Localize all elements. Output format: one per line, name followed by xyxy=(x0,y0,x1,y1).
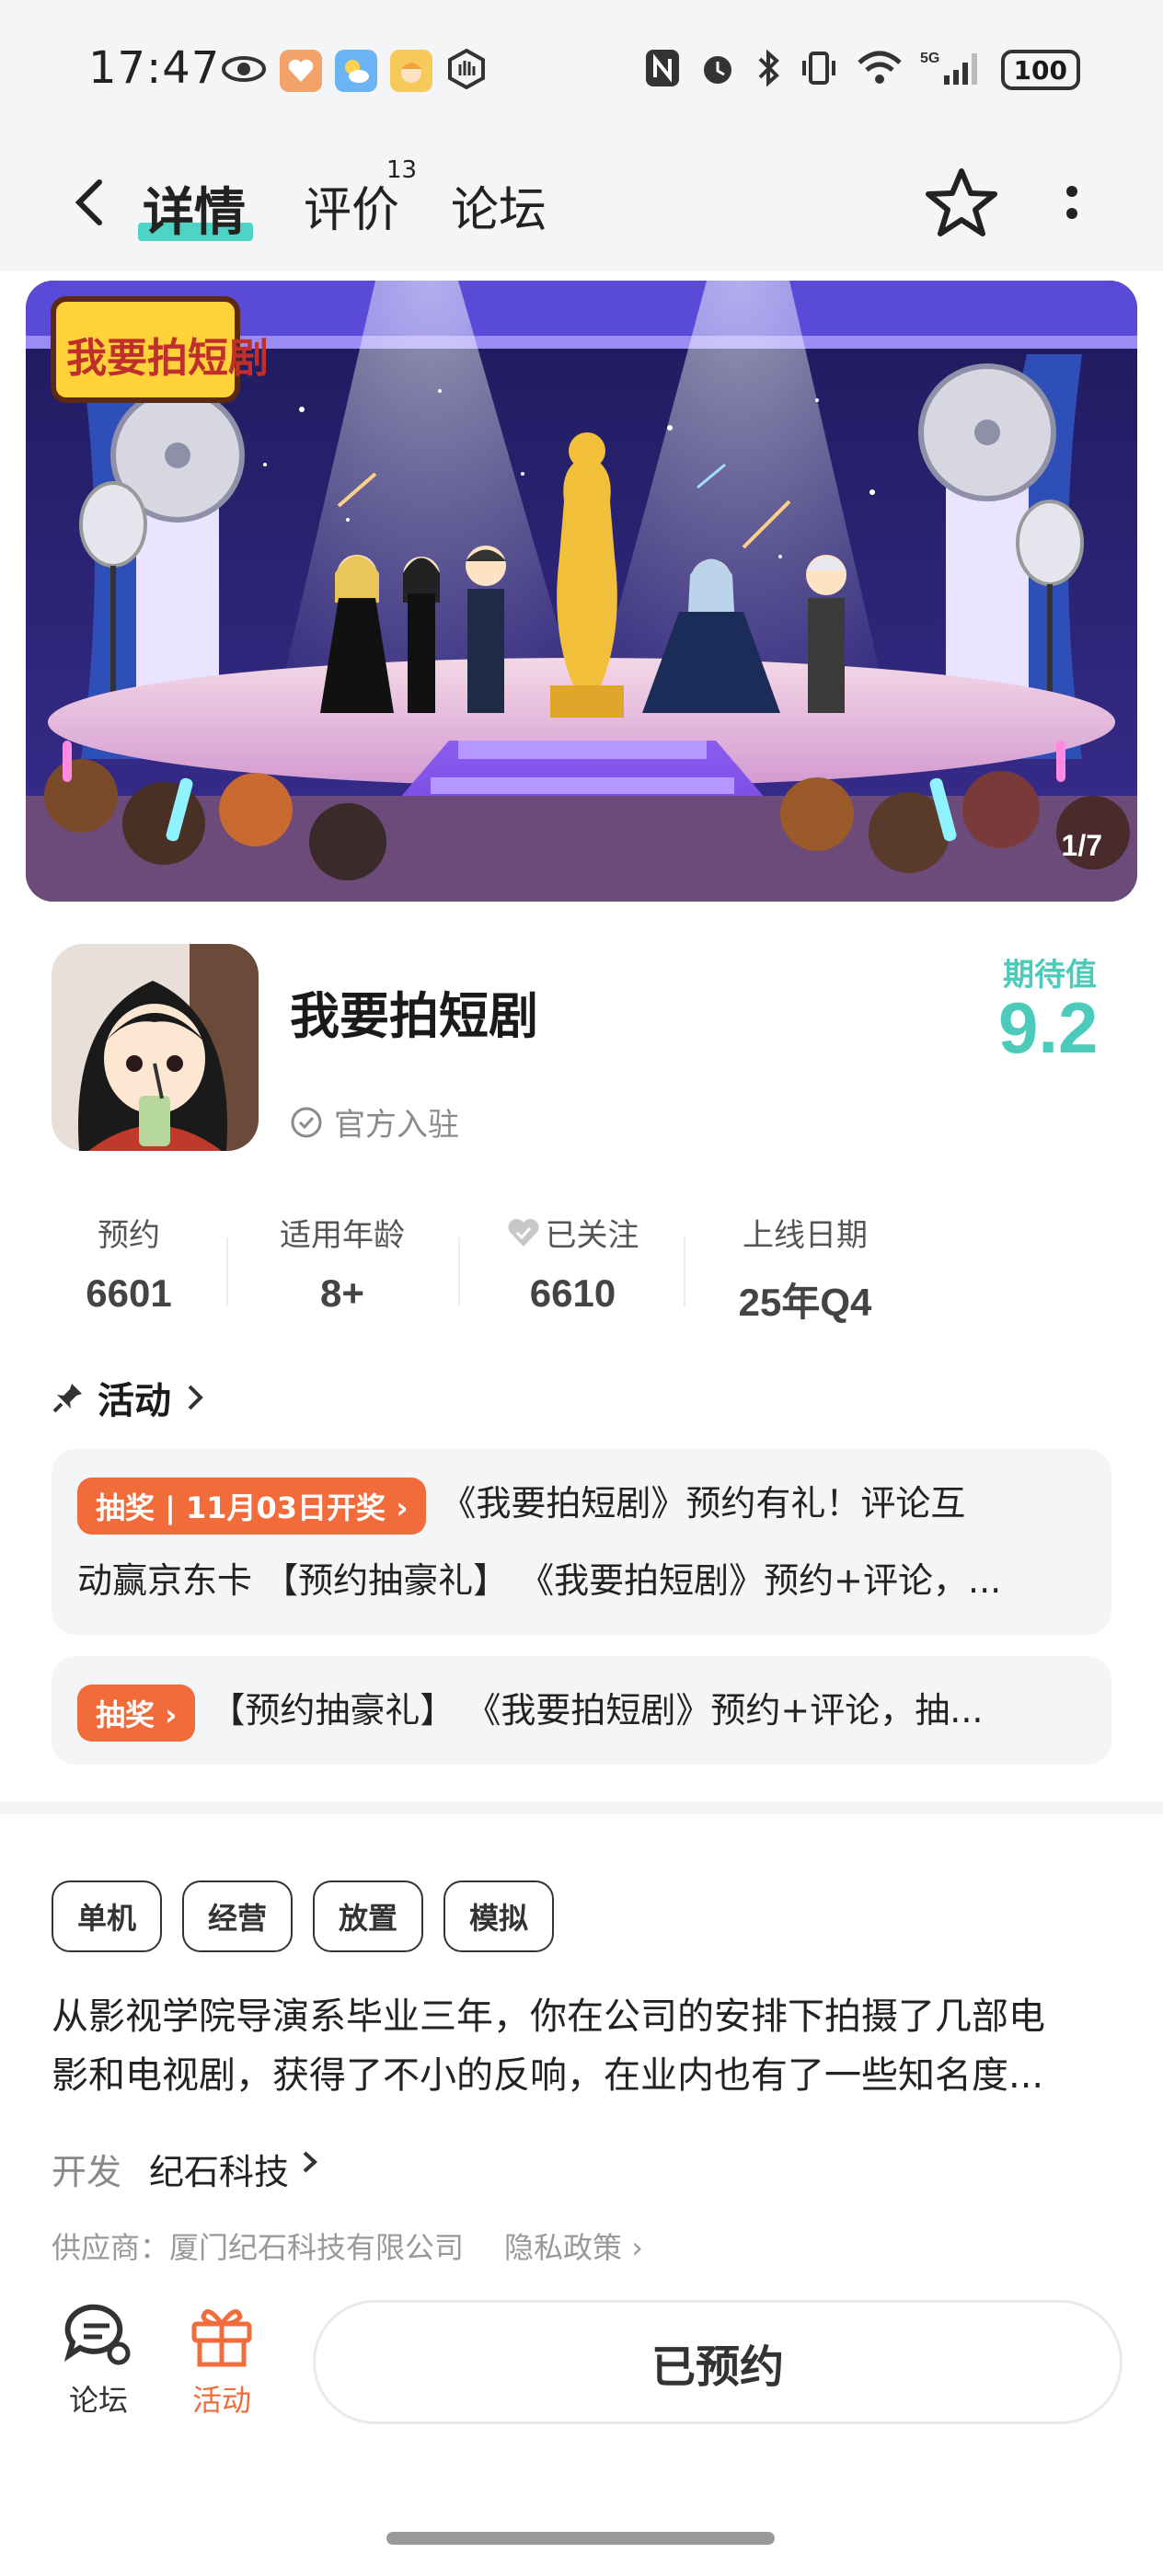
back-arrow-icon[interactable] xyxy=(64,175,120,230)
stat-value: 6601 xyxy=(86,1271,172,1315)
stat-value: 8+ xyxy=(320,1271,364,1315)
developer-row[interactable]: 开发 纪石科技 xyxy=(52,2144,320,2194)
nav-bar: 详情 评价 13 论坛 xyxy=(0,138,1163,271)
activity-line-2: 动赢京东卡 【预约抽豪礼】 《我要拍短剧》预约+评论，... xyxy=(77,1560,1002,1601)
status-bar: 17:47 5G 100 xyxy=(0,0,1163,138)
chevron-right-icon xyxy=(303,2151,318,2173)
banner-counter: 1/7 xyxy=(1061,829,1102,862)
activity-card[interactable]: 抽奖 | 11月03日开奖 › 《我要拍短剧》预约有礼！评论互 动赢京东卡 【预约… xyxy=(52,1449,1111,1635)
review-count-badge: 13 xyxy=(386,156,418,184)
signal-icon: 5G xyxy=(920,48,985,92)
bottom-forum-button[interactable]: 论坛 xyxy=(48,2300,149,2420)
stat-label: 已关注 xyxy=(545,1217,639,1254)
home-indicator[interactable] xyxy=(386,2532,775,2545)
reserved-button[interactable]: 已预约 xyxy=(313,2300,1123,2424)
stat-launch-date: 上线日期 25年Q4 xyxy=(713,1210,897,1328)
stat-divider xyxy=(458,1237,460,1306)
stat-followers[interactable]: 已关注 6610 xyxy=(488,1210,658,1316)
more-options-icon[interactable] xyxy=(1058,175,1086,230)
stat-divider xyxy=(226,1237,228,1306)
privacy-policy-link[interactable]: 隐私政策 › xyxy=(504,2225,643,2267)
chevron-right-icon xyxy=(188,1385,203,1410)
pin-icon xyxy=(52,1384,82,1413)
vibrate-icon xyxy=(799,48,839,92)
stat-divider xyxy=(684,1237,685,1306)
activity-line: 抽奖 | 11月03日开奖 › 《我要拍短剧》预约有礼！评论互 xyxy=(77,1475,1089,1535)
lottery-tag-text: 抽奖 | 11月03日开奖 xyxy=(96,1489,386,1525)
official-badge: 官方入驻 xyxy=(290,1099,459,1144)
developer-name: 纪石科技 xyxy=(149,2152,290,2192)
activity-header[interactable]: 活动 xyxy=(52,1371,206,1424)
forum-icon xyxy=(63,2304,131,2365)
weather-app-icon xyxy=(335,50,377,92)
avatar-app-icon xyxy=(390,50,432,92)
heart-app-icon xyxy=(280,50,322,92)
developer-label: 开发 xyxy=(52,2152,122,2192)
genre-tags: 单机 经营 放置 模拟 xyxy=(52,1880,555,1952)
banner-carousel[interactable]: 我要拍短剧 1/7 xyxy=(26,281,1137,902)
activity-card[interactable]: 抽奖 › 【预约抽豪礼】 《我要拍短剧》预约+评论，抽... xyxy=(52,1656,1111,1765)
lottery-tag: 抽奖 › xyxy=(77,1684,196,1742)
check-circle-icon xyxy=(291,1107,322,1137)
stat-label-wrap: 已关注 xyxy=(488,1210,658,1255)
genre-tag[interactable]: 放置 xyxy=(313,1880,424,1952)
stat-value: 25年Q4 xyxy=(738,1281,872,1324)
stat-value: 6610 xyxy=(529,1271,616,1315)
app-name: 我要拍短剧 xyxy=(290,987,538,1045)
activity-text: 【预约抽豪礼】 《我要拍短剧》预约+评论，抽... xyxy=(210,1690,984,1731)
stat-label: 上线日期 xyxy=(743,1217,868,1254)
heart-check-icon xyxy=(507,1218,539,1247)
activity-line: 抽奖 › 【预约抽豪礼】 《我要拍短剧》预约+评论，抽... xyxy=(77,1682,1089,1742)
eye-icon xyxy=(221,51,267,91)
privacy-policy-label: 隐私政策 xyxy=(504,2230,623,2265)
lottery-tag-text: 抽奖 xyxy=(96,1696,155,1732)
official-label: 官方入驻 xyxy=(334,1107,459,1144)
stat-age: 适用年龄 8+ xyxy=(259,1210,425,1316)
bottom-activity-button[interactable]: 活动 xyxy=(171,2300,272,2420)
description-line: 从影视学院导演系毕业三年，你在公司的安排下拍摄了几部电 xyxy=(52,1995,1045,2038)
hand-icon xyxy=(445,48,488,94)
activity-text: 《我要拍短剧》预约有礼！评论互 xyxy=(441,1483,966,1524)
banner-logo-text: 我要拍短剧 xyxy=(66,335,269,382)
bluetooth-icon xyxy=(754,48,782,92)
tab-forum[interactable]: 论坛 xyxy=(451,171,547,240)
genre-tag[interactable]: 模拟 xyxy=(443,1880,555,1952)
status-time: 17:47 xyxy=(88,42,221,94)
svg-text:5G: 5G xyxy=(920,51,939,66)
app-icon xyxy=(52,944,259,1151)
gift-icon xyxy=(191,2309,252,2367)
supplier-row: 供应商：厦门纪石科技有限公司 隐私政策 › xyxy=(52,2225,643,2267)
lottery-tag: 抽奖 | 11月03日开奖 › xyxy=(77,1477,427,1535)
favorite-star-icon[interactable] xyxy=(925,166,998,239)
notification-icons xyxy=(221,48,488,94)
stat-label: 适用年龄 xyxy=(280,1217,405,1254)
section-divider xyxy=(0,1801,1163,1814)
bottom-forum-label: 论坛 xyxy=(68,2383,128,2418)
supplier-text: 供应商：厦门纪石科技有限公司 xyxy=(52,2230,465,2265)
wifi-icon xyxy=(856,48,904,92)
battery-icon: 100 xyxy=(1000,50,1080,90)
tab-reviews[interactable]: 评价 xyxy=(304,171,399,240)
expect-score: 9.2 xyxy=(998,987,1099,1068)
alarm-icon xyxy=(697,48,738,92)
tab-details[interactable]: 详情 xyxy=(143,171,246,246)
genre-tag[interactable]: 单机 xyxy=(52,1880,163,1952)
game-description[interactable]: 从影视学院导演系毕业三年，你在公司的安排下拍摄了几部电 影和电视剧，获得了不小的… xyxy=(52,1987,1119,2105)
nfc-icon xyxy=(644,48,681,92)
stat-label: 预约 xyxy=(98,1217,160,1254)
bottom-activity-label: 活动 xyxy=(191,2383,251,2418)
activity-title: 活动 xyxy=(98,1380,171,1422)
stat-reservations: 预约 6601 xyxy=(64,1210,193,1316)
system-icons: 5G 100 xyxy=(644,48,1080,92)
genre-tag[interactable]: 经营 xyxy=(182,1880,294,1952)
description-line: 影和电视剧，获得了不小的反响，在业内也有了一些知名度... xyxy=(52,2054,1044,2097)
